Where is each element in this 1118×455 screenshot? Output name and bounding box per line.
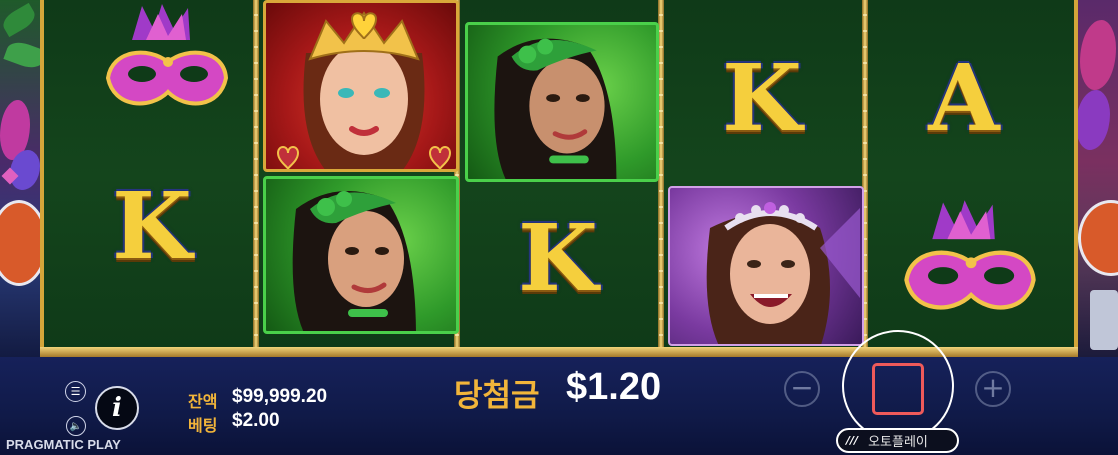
leaf-decoration (0, 2, 39, 38)
bet-label: 베팅 (188, 416, 218, 435)
green-dancer-art (494, 38, 617, 179)
letter-a-symbol: A (928, 44, 1000, 152)
right-scenery (1074, 0, 1118, 360)
autoplay-button[interactable]: /// 오토플레이 (836, 428, 959, 453)
balance-value: $99,999.20 (232, 386, 328, 407)
menu-icon[interactable]: ☰ (65, 381, 86, 402)
bet-value: $2.00 (232, 410, 280, 431)
purple-mask-symbol (904, 200, 1036, 310)
purple-dancer-portrait-symbol (668, 186, 864, 346)
feather-decoration (1076, 90, 1110, 150)
balance-label: 잔액 (188, 392, 218, 411)
reel-4: K (666, 0, 864, 352)
green-dancer-art (292, 191, 416, 331)
feather-decoration (10, 150, 40, 190)
letter-k-symbol: K (112, 172, 192, 280)
reel-1: K (52, 0, 248, 352)
feather-decoration (1080, 20, 1116, 90)
increase-bet-button[interactable]: + (975, 371, 1011, 407)
info-glyph: i (112, 393, 122, 423)
reel-area: K K K A (40, 0, 1078, 352)
info-icon[interactable]: i (95, 386, 139, 430)
purple-mask-symbol (105, 4, 229, 106)
letter-k-symbol: K (518, 204, 598, 312)
reel-2 (259, 0, 459, 352)
win-label: 당첨금 (454, 378, 540, 414)
purple-dancer-art (706, 202, 860, 344)
green-dancer-portrait-symbol (263, 176, 459, 334)
slot-game-scene: K K K A ☰ 🔈 i PRAGMATIC PLAY 잔액 $99,999.… (0, 0, 1118, 455)
queen-portrait-art (276, 11, 452, 169)
drum-decoration (1090, 290, 1118, 350)
queen-portrait-symbol (263, 0, 459, 172)
sound-icon[interactable]: 🔈 (66, 416, 86, 436)
provider-logo: PRAGMATIC PLAY (6, 437, 121, 452)
green-dancer-portrait-symbol (465, 22, 659, 182)
win-value: $1.20 (566, 366, 662, 408)
reel-5: A (870, 0, 1066, 352)
letter-k-symbol: K (722, 44, 802, 152)
autoplay-icon: /// (846, 434, 859, 447)
decrease-bet-button[interactable]: − (784, 371, 820, 407)
stop-icon[interactable] (872, 363, 924, 415)
autoplay-label: 오토플레이 (868, 435, 928, 450)
reel-3: K (462, 0, 659, 352)
drum-decoration (1078, 200, 1118, 276)
